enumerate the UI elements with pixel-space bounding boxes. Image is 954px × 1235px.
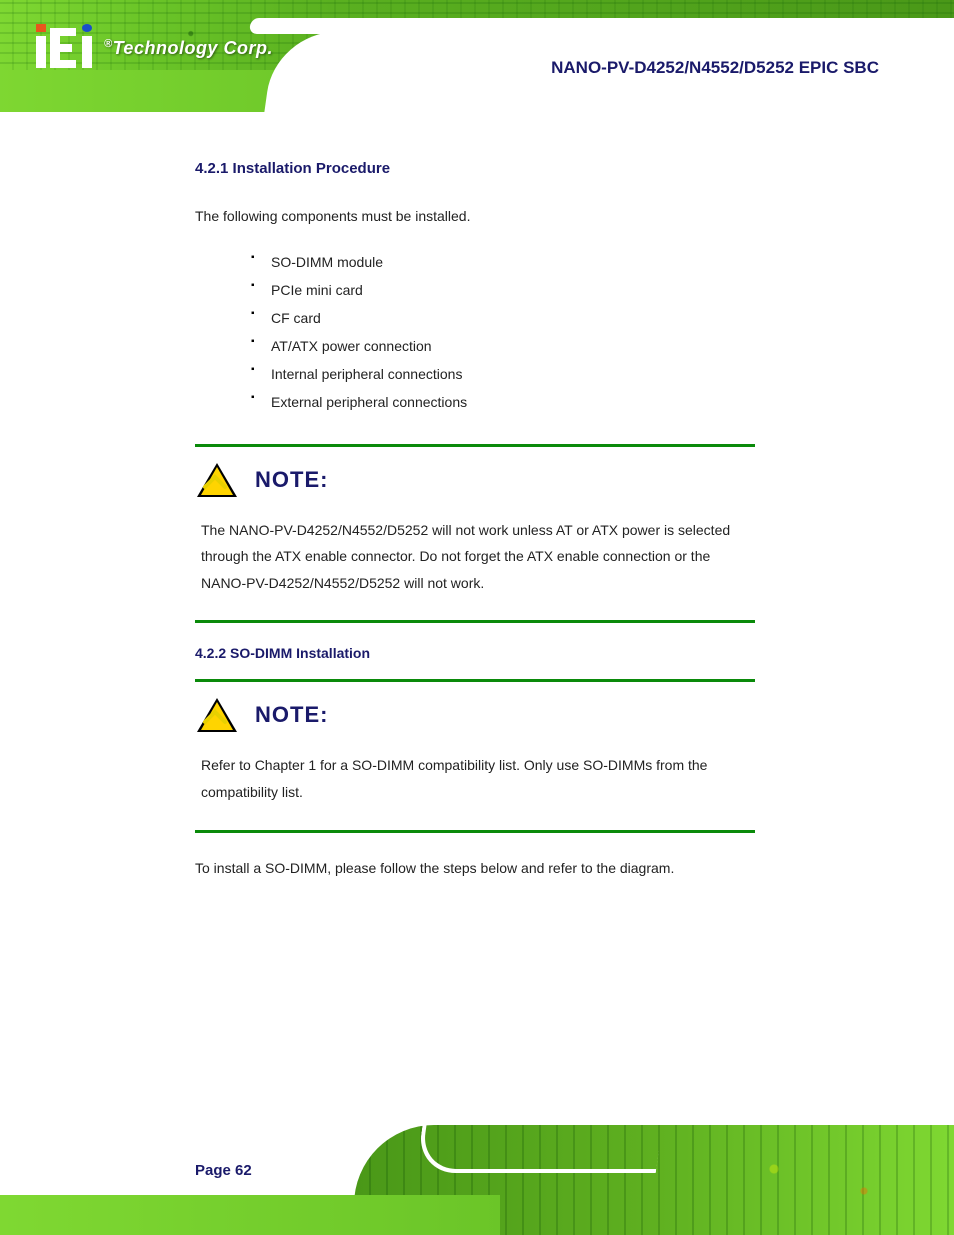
section-heading: 4.2.1 Installation Procedure [195,160,755,177]
list-item: AT/ATX power connection [251,332,755,360]
document-title: NANO-PV-D4252/N4552/D5252 EPIC SBC [551,58,879,78]
component-list: SO-DIMM module PCIe mini card CF card AT… [251,248,755,416]
page-number: Page 62 [195,1162,252,1179]
note-body: Refer to Chapter 1 for a SO-DIMM compati… [195,752,755,805]
warning-icon [195,461,239,499]
note-body: The NANO-PV-D4252/N4552/D5252 will not w… [195,517,755,597]
brand-text: ®Technology Corp. [104,38,273,59]
closing-text: To install a SO-DIMM, please follow the … [195,855,755,882]
header-banner: ®Technology Corp. [0,0,954,112]
note-label: NOTE: [255,702,328,728]
footer-banner [0,1115,954,1235]
list-item: SO-DIMM module [251,248,755,276]
list-item: Internal peripheral connections [251,360,755,388]
logo-mark-icon [36,26,96,70]
warning-icon [195,696,239,734]
list-item: CF card [251,304,755,332]
note-callout: NOTE: The NANO-PV-D4252/N4552/D5252 will… [195,444,755,624]
list-item: PCIe mini card [251,276,755,304]
subsection-heading: 4.2.2 SO-DIMM Installation [195,645,755,661]
note-callout: NOTE: Refer to Chapter 1 for a SO-DIMM c… [195,679,755,832]
section-intro: The following components must be install… [195,203,755,230]
list-item: External peripheral connections [251,388,755,416]
page-content: 4.2.1 Installation Procedure The followi… [195,160,755,899]
brand-logo: ®Technology Corp. [36,26,273,70]
note-label: NOTE: [255,467,328,493]
